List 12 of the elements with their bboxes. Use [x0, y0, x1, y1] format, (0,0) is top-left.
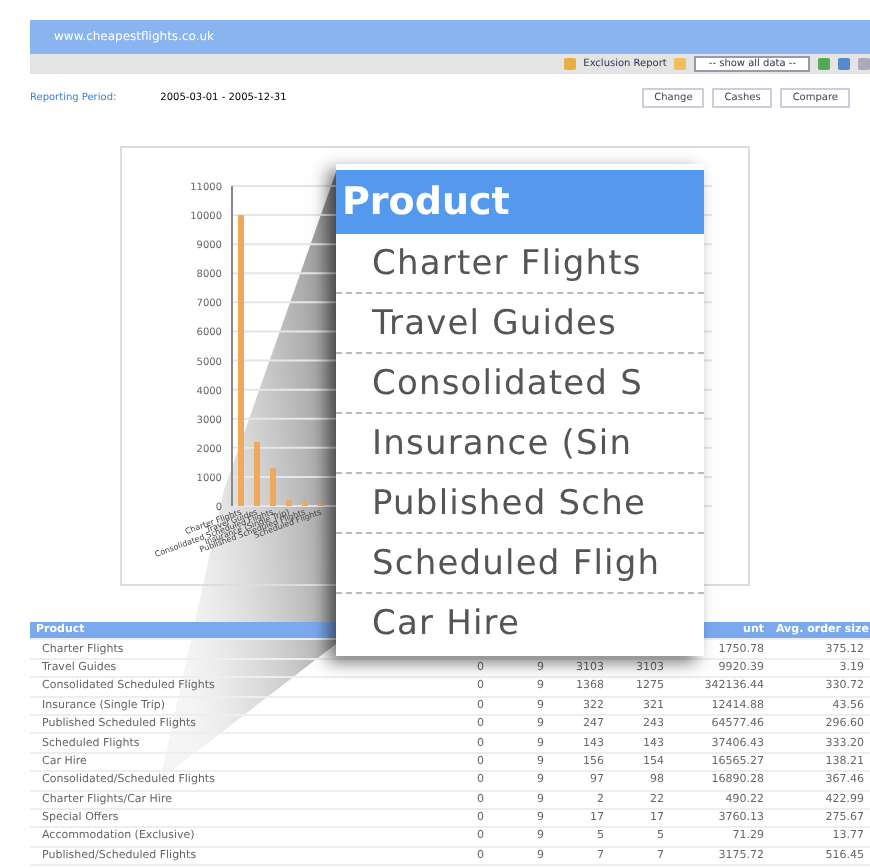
product-item[interactable]: Published Sche	[336, 474, 704, 534]
product-item[interactable]: Travel Guides	[336, 294, 704, 354]
product-item[interactable]: Scheduled Fligh	[336, 534, 704, 594]
product-item[interactable]: Consolidated S	[336, 354, 704, 414]
popup-header: Product	[336, 170, 704, 234]
chart-bar	[286, 500, 292, 506]
product-item[interactable]: Car Hire	[336, 594, 704, 652]
chart-bar	[254, 442, 260, 506]
chart-bar	[270, 468, 276, 506]
product-item[interactable]: Insurance (Sin	[336, 414, 704, 474]
product-item[interactable]: Charter Flights	[336, 234, 704, 294]
chart-bar	[302, 501, 308, 506]
